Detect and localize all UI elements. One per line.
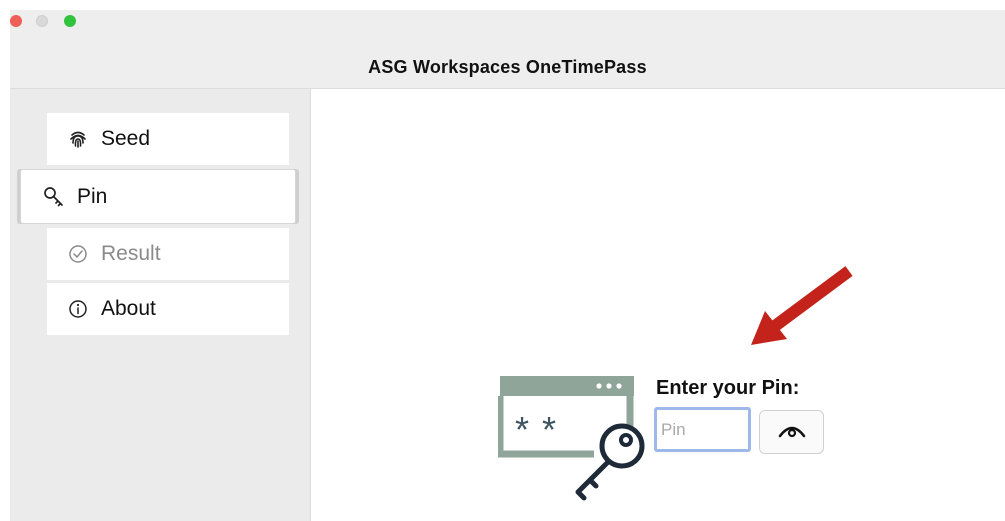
svg-text:*: *: [542, 409, 556, 450]
svg-text:*: *: [515, 409, 529, 450]
sidebar-item-pin[interactable]: Pin: [20, 169, 296, 224]
check-circle-icon: [67, 243, 89, 265]
title-bar: ASG Workspaces OneTimePass: [10, 10, 1005, 89]
sidebar-item-seed[interactable]: Seed: [47, 113, 289, 165]
pin-input[interactable]: [654, 407, 751, 452]
app-window: ASG Workspaces OneTimePass Seed Pin Resu…: [10, 10, 1005, 521]
sidebar-item-label: About: [101, 297, 156, 320]
fingerprint-icon: [67, 128, 89, 150]
window-title: ASG Workspaces OneTimePass: [368, 57, 647, 77]
sidebar-item-result[interactable]: Result: [47, 228, 289, 280]
sidebar: Seed Pin Result About: [10, 89, 311, 521]
reveal-pin-button[interactable]: [759, 410, 824, 454]
close-window-button[interactable]: [10, 15, 22, 27]
pin-key-illustration-icon: * *: [498, 376, 645, 501]
info-icon: [67, 298, 89, 320]
eye-icon: [777, 422, 807, 443]
minimize-window-button[interactable]: [36, 15, 48, 27]
sidebar-item-about[interactable]: About: [47, 283, 289, 335]
key-icon: [43, 186, 65, 208]
pin-label: Enter your Pin:: [656, 377, 800, 399]
sidebar-item-label: Result: [101, 242, 161, 265]
annotation-arrow-icon: [751, 266, 853, 345]
maximize-window-button[interactable]: [64, 15, 76, 27]
sidebar-item-label: Pin: [77, 184, 108, 208]
sidebar-item-label: Seed: [101, 127, 151, 150]
main-content: * * Enter your Pin:: [311, 89, 1005, 521]
